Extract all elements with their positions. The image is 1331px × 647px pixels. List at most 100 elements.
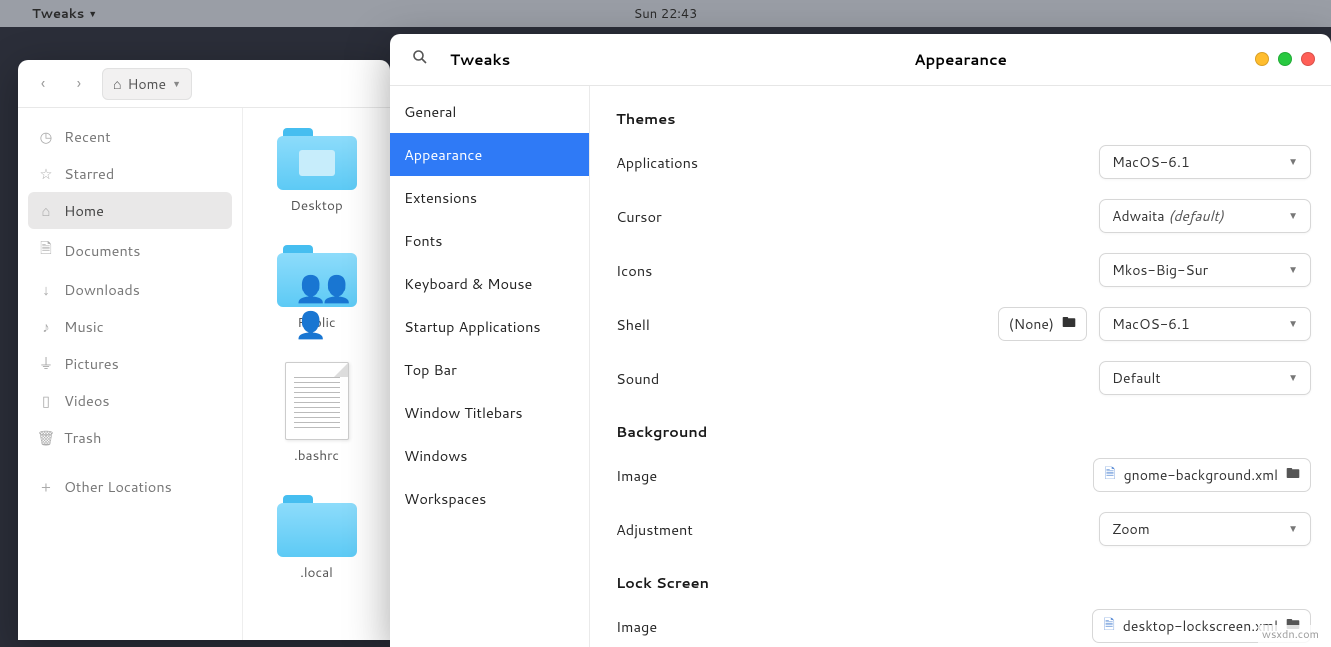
- nav-workspaces[interactable]: Workspaces: [390, 477, 589, 520]
- folder-icon: [277, 128, 357, 190]
- nav-appearance[interactable]: Appearance: [390, 133, 589, 176]
- label-bg-adjust: Adjustment: [616, 519, 693, 540]
- file-bashrc[interactable]: .bashrc: [285, 362, 349, 465]
- row-sound: Sound Default▼: [616, 351, 1311, 405]
- section-themes: Themes: [616, 108, 1311, 129]
- top-menubar: Tweaks ▼ Sun 22:43: [0, 0, 1331, 27]
- window-controls: [1255, 52, 1315, 66]
- nav-startup-apps[interactable]: Startup Applications: [390, 305, 589, 348]
- video-icon: ▯: [38, 390, 54, 411]
- combo-value: Zoom: [1112, 519, 1150, 539]
- nav-keyboard-mouse[interactable]: Keyboard & Mouse: [390, 262, 589, 305]
- document-icon: 🗎: [1103, 614, 1114, 638]
- label-ls-image: Image: [616, 616, 657, 637]
- chevron-down-icon: ▼: [1288, 371, 1298, 385]
- sidebar-item-label: Videos: [64, 390, 110, 411]
- nav-top-bar[interactable]: Top Bar: [390, 348, 589, 391]
- folder-icon: 👤👤👤: [277, 245, 357, 307]
- combo-cursor[interactable]: Adwaita (default) ▼: [1099, 199, 1311, 233]
- sidebar-item-recent[interactable]: ◷Recent: [28, 118, 232, 155]
- trash-icon: 🗑: [38, 427, 54, 448]
- files-window: ‹ › ⌂ Home ▼ ◷Recent ☆Starred ⌂Home 🗎 Doc…: [18, 60, 390, 640]
- sidebar-item-label: Recent: [64, 126, 111, 147]
- label-cursor: Cursor: [616, 206, 662, 227]
- music-icon: ♪: [38, 316, 54, 337]
- combo-value: Mkos-Big-Sur: [1112, 260, 1208, 280]
- sidebar-item-music[interactable]: ♪Music: [28, 308, 232, 345]
- sidebar-item-documents[interactable]: 🗎 Documents: [28, 229, 232, 271]
- clock[interactable]: Sun 22:43: [634, 5, 698, 23]
- combo-bg-adjust[interactable]: Zoom ▼: [1099, 512, 1311, 546]
- combo-value: Adwaita (default): [1112, 206, 1224, 226]
- minimize-button[interactable]: [1255, 52, 1269, 66]
- chevron-down-icon: ▼: [172, 77, 181, 90]
- page-title: Appearance: [590, 49, 1331, 70]
- row-cursor: Cursor Adwaita (default) ▼: [616, 189, 1311, 243]
- row-applications: Applications MacOS-6.1▼: [616, 135, 1311, 189]
- files-grid: Desktop 👤👤👤 Public .bashrc .local: [243, 108, 390, 640]
- filechooser-bg-image[interactable]: 🗎 gnome-background.xml 🖿: [1093, 458, 1311, 492]
- section-background: Background: [616, 421, 1311, 442]
- chevron-down-icon: ▼: [1288, 317, 1298, 331]
- maximize-button[interactable]: [1278, 52, 1292, 66]
- home-icon: ⌂: [38, 200, 54, 221]
- sidebar-item-pictures[interactable]: ⏚Pictures: [28, 345, 232, 382]
- chevron-down-icon: ▼: [1288, 522, 1298, 536]
- files-toolbar: ‹ › ⌂ Home ▼: [18, 60, 390, 108]
- nav-general[interactable]: General: [390, 90, 589, 133]
- chevron-down-icon: ▼: [88, 7, 97, 20]
- combo-value: Default: [1112, 368, 1161, 388]
- chevron-down-icon: ▼: [1288, 209, 1298, 223]
- nav-window-titlebars[interactable]: Window Titlebars: [390, 391, 589, 434]
- folder-local[interactable]: .local: [277, 495, 357, 582]
- shell-file-label: (None): [1009, 314, 1054, 334]
- item-label: Desktop: [290, 196, 342, 215]
- combo-applications[interactable]: MacOS-6.1▼: [1099, 145, 1311, 179]
- sidebar-item-label: Documents: [64, 240, 140, 261]
- watermark: wsxdn.com: [1258, 625, 1323, 643]
- chevron-down-icon: ▼: [1288, 155, 1298, 169]
- sidebar-item-videos[interactable]: ▯ Videos: [28, 382, 232, 419]
- plus-icon: +: [38, 476, 54, 497]
- row-ls-image: Image 🗎 desktop-lockscreen.xml 🖿: [616, 599, 1311, 647]
- app-menu[interactable]: Tweaks ▼: [32, 5, 97, 23]
- document-icon: 🗎: [1104, 463, 1115, 487]
- search-icon: [412, 49, 428, 65]
- sidebar-item-downloads[interactable]: ↓Downloads: [28, 271, 232, 308]
- label-icons: Icons: [616, 260, 652, 281]
- row-shell: Shell (None) 🖿 MacOS-6.1 ▼: [616, 297, 1311, 351]
- nav-windows[interactable]: Windows: [390, 434, 589, 477]
- row-bg-adjust: Adjustment Zoom ▼: [616, 502, 1311, 556]
- path-button[interactable]: ⌂ Home ▼: [102, 68, 192, 100]
- sidebar-item-starred[interactable]: ☆Starred: [28, 155, 232, 192]
- combo-icons[interactable]: Mkos-Big-Sur▼: [1099, 253, 1311, 287]
- combo-sound[interactable]: Default ▼: [1099, 361, 1311, 395]
- filechooser-value: gnome-background.xml: [1124, 465, 1278, 485]
- folder-icon: 🖿: [1062, 312, 1076, 336]
- sidebar-item-other-locations[interactable]: + Other Locations: [28, 468, 232, 505]
- forward-button[interactable]: ›: [66, 71, 92, 97]
- nav-fonts[interactable]: Fonts: [390, 219, 589, 262]
- home-icon: ⌂: [113, 74, 121, 94]
- close-button[interactable]: [1301, 52, 1315, 66]
- tweaks-sidebar: General Appearance Extensions Fonts Keyb…: [390, 86, 590, 647]
- folder-public[interactable]: 👤👤👤 Public: [277, 245, 357, 332]
- sidebar-title: Tweaks: [450, 49, 510, 70]
- combo-shell[interactable]: MacOS-6.1 ▼: [1099, 307, 1311, 341]
- item-label: .bashrc: [294, 446, 339, 465]
- folder-desktop[interactable]: Desktop: [277, 128, 357, 215]
- row-bg-image: Image 🗎 gnome-background.xml 🖿: [616, 448, 1311, 502]
- back-button[interactable]: ‹: [30, 71, 56, 97]
- label-shell: Shell: [616, 314, 650, 335]
- sidebar-item-home[interactable]: ⌂Home: [28, 192, 232, 229]
- sidebar-item-label: Trash: [64, 427, 101, 448]
- camera-icon: ⏚: [38, 353, 54, 374]
- search-button[interactable]: [412, 49, 428, 70]
- combo-value: MacOS-6.1: [1112, 314, 1190, 334]
- nav-extensions[interactable]: Extensions: [390, 176, 589, 219]
- sidebar-item-label: Other Locations: [64, 476, 172, 497]
- sidebar-item-trash[interactable]: 🗑 Trash: [28, 419, 232, 456]
- app-menu-label: Tweaks: [32, 5, 84, 23]
- document-icon: 🗎: [38, 237, 54, 263]
- shell-file-button[interactable]: (None) 🖿: [998, 307, 1087, 341]
